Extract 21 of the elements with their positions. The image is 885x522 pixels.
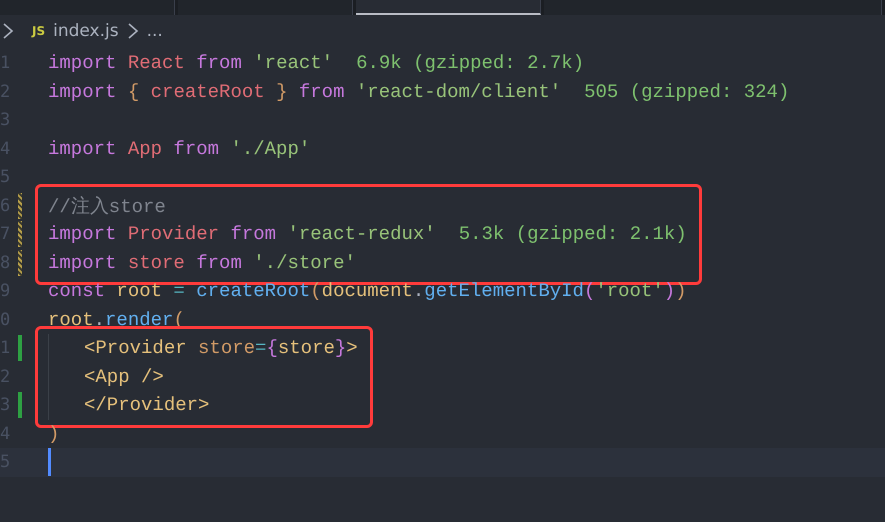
code-line: <Provider store={store}> [84, 337, 358, 360]
editor-tab[interactable] [356, 0, 541, 15]
breadcrumb-more[interactable]: ... [146, 21, 163, 41]
code-line: <App /> [84, 366, 164, 388]
import-size-hint: 505 (gzipped: 324) [584, 80, 790, 103]
text-cursor [48, 448, 51, 476]
import-size-hint: 6.9k (gzipped: 2.7k) [356, 52, 584, 74]
code-line: import { createRoot } from 'react-dom/client' [48, 80, 562, 103]
code-line: //注入store [48, 194, 166, 219]
chevron-icon [2, 22, 14, 40]
code-line: import App from './App' [48, 138, 310, 160]
code-line: ) [48, 422, 60, 445]
js-file-icon: JS [32, 24, 46, 38]
code-line: import React from 'react' [48, 52, 334, 74]
code-line: import store from './store' [48, 252, 356, 274]
code-line: </Provider> [84, 394, 210, 416]
breadcrumb-file[interactable]: index.js [53, 21, 119, 41]
code-line: import Provider from 'react-redux' [48, 223, 436, 246]
chevron-icon [126, 22, 139, 40]
code-line: const root = createRoot(document.getElementById('root')) [48, 280, 687, 302]
import-size-hint: 5.3k (gzipped: 2.1k) [458, 223, 687, 246]
